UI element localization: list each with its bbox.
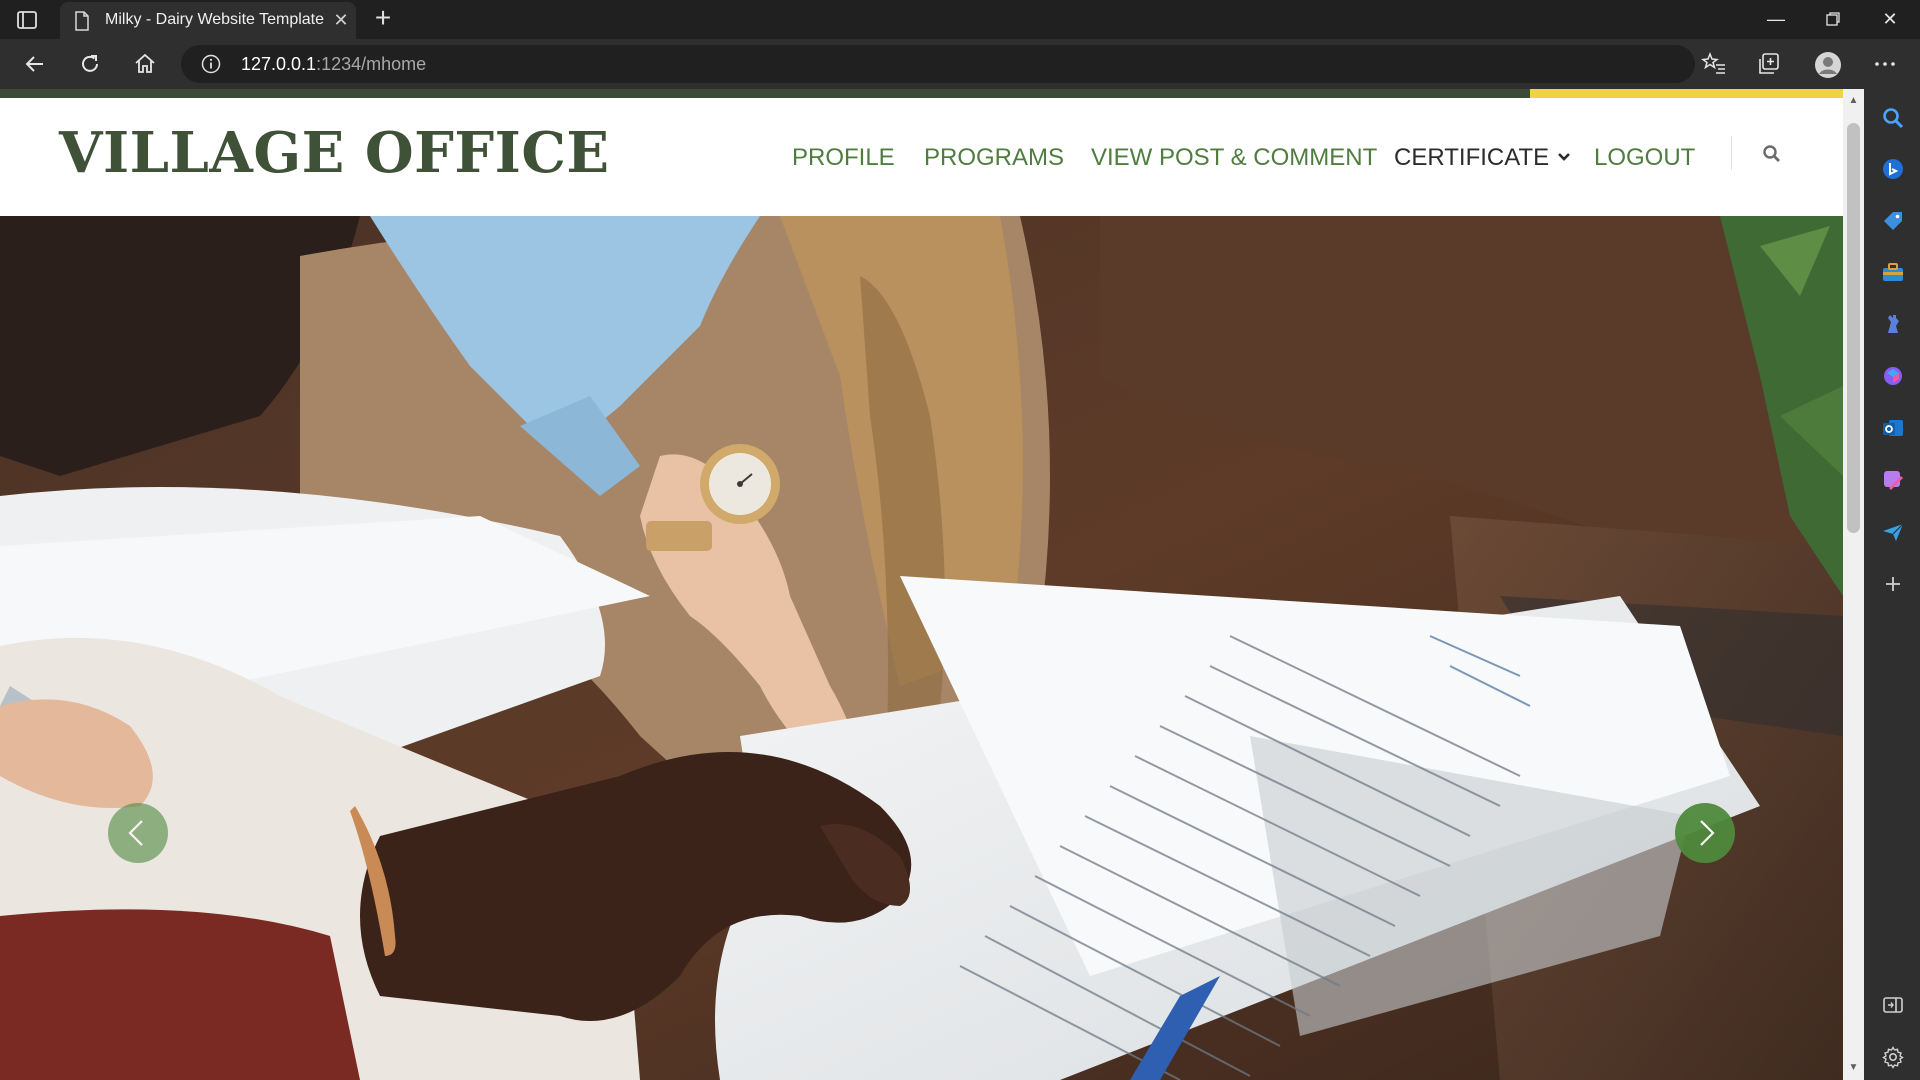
hero-image [0,216,1843,1080]
carousel-next-button[interactable] [1675,803,1735,863]
microsoft365-icon[interactable] [1881,364,1905,388]
new-tab-icon[interactable]: + [370,4,396,32]
address-url[interactable]: 127.0.0.1:1234/mhome [241,54,426,75]
refresh-icon[interactable] [77,51,103,77]
home-icon[interactable] [132,51,158,77]
nav-certificate-dropdown[interactable]: CERTIFICATE [1394,144,1571,172]
nav-logout[interactable]: LOGOUT [1594,144,1695,172]
scrollbar-thumb[interactable] [1847,123,1860,533]
nav-programs[interactable]: PROGRAMS [924,144,1064,172]
page-icon [74,11,90,31]
search-icon[interactable] [1881,106,1905,130]
games-icon[interactable] [1881,312,1905,336]
carousel-prev-button[interactable] [108,803,168,863]
tab-close-icon[interactable]: ✕ [332,11,350,29]
tools-briefcase-icon[interactable] [1881,261,1905,285]
page-viewport: VILLAGE OFFICE PROFILE PROGRAMS VIEW POS… [0,89,1843,1080]
profile-avatar-icon[interactable] [1814,51,1841,78]
page-scrollbar[interactable]: ▲ ▼ [1843,89,1864,1080]
add-sidebar-app-icon[interactable] [1881,572,1905,596]
address-bar[interactable]: 127.0.0.1:1234/mhome [181,45,1695,83]
close-window-icon[interactable]: ✕ [1867,4,1913,34]
more-options-icon[interactable] [1872,51,1898,77]
site-header: VILLAGE OFFICE PROFILE PROGRAMS VIEW POS… [0,98,1843,216]
tab-title: Milky - Dairy Website Template [105,11,325,28]
settings-gear-icon[interactable] [1881,1045,1905,1069]
designer-icon[interactable] [1881,468,1905,492]
send-icon[interactable] [1881,520,1905,544]
scroll-down-icon[interactable]: ▼ [1848,1062,1859,1073]
chevron-down-icon [1557,149,1571,166]
scroll-up-icon[interactable]: ▲ [1848,95,1859,106]
chevron-right-icon [1700,820,1715,846]
address-host: 127.0.0.1 [241,54,317,74]
page-progress-fill [1530,89,1843,98]
site-search-icon[interactable] [1760,142,1784,166]
outlook-icon[interactable] [1881,416,1905,440]
favorites-icon[interactable] [1701,51,1727,77]
restore-icon[interactable] [1810,4,1856,34]
browser-tab-bar: Milky - Dairy Website Template ✕ + — ✕ [0,0,1920,39]
hide-sidebar-icon[interactable] [1881,993,1905,1017]
chevron-left-icon [128,820,143,846]
minimize-icon[interactable]: — [1753,4,1799,34]
hero-carousel [0,216,1843,1080]
page-progress-bar [0,89,1843,98]
site-logo[interactable]: VILLAGE OFFICE [59,120,610,186]
tab-actions-icon[interactable] [14,7,40,33]
nav-divider [1731,136,1732,170]
copilot-icon[interactable] [1881,157,1905,181]
browser-tab-active[interactable]: Milky - Dairy Website Template ✕ [60,2,356,39]
shopping-tag-icon[interactable] [1881,209,1905,233]
nav-certificate-label: CERTIFICATE [1394,144,1550,171]
address-path: :1234/mhome [316,54,427,74]
nav-profile[interactable]: PROFILE [792,144,895,172]
collections-icon[interactable] [1756,51,1782,77]
browser-sidebar [1864,89,1920,1080]
back-icon[interactable] [22,51,48,77]
site-info-icon[interactable] [201,54,221,74]
nav-view-post-comment[interactable]: VIEW POST & COMMENT [1091,144,1377,172]
